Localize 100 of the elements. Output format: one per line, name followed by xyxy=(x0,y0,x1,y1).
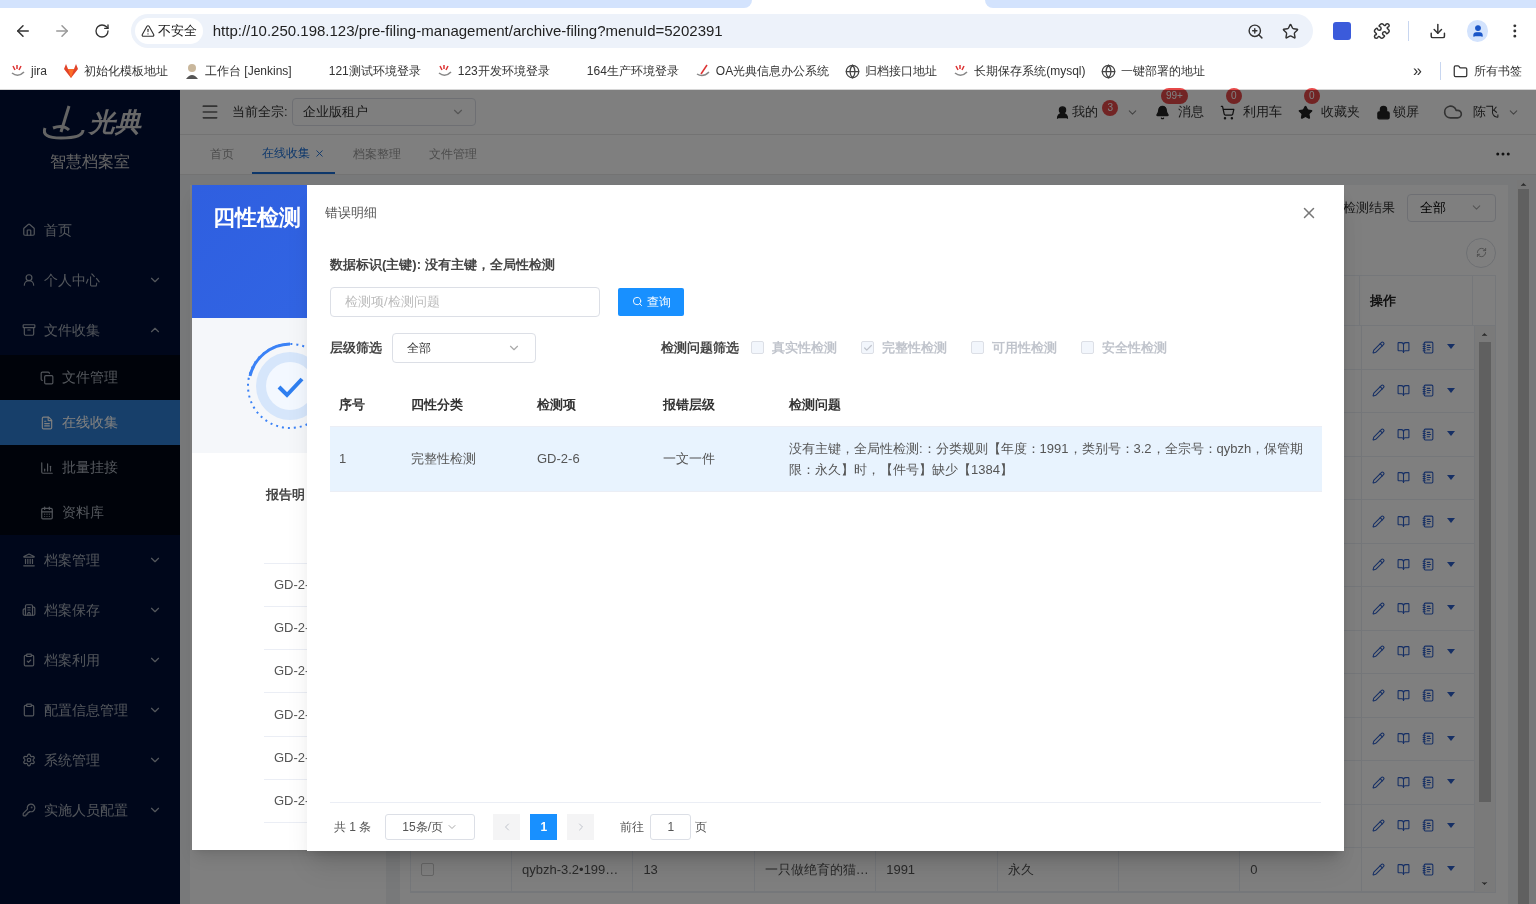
bookmark-item[interactable]: OA光典信息办公系统 xyxy=(694,62,830,80)
notebook-icon[interactable] xyxy=(1421,558,1435,572)
caret-down-icon[interactable] xyxy=(1446,431,1455,438)
book-icon[interactable] xyxy=(1396,601,1410,615)
menu-item[interactable]: 档案管理 xyxy=(0,535,180,585)
book-icon[interactable] xyxy=(1396,471,1410,485)
fonds-select[interactable]: 企业版租户 xyxy=(291,98,476,126)
book-icon[interactable] xyxy=(1396,340,1410,354)
bookmarks-overflow[interactable]: » xyxy=(1413,59,1422,83)
book-icon[interactable] xyxy=(1396,819,1410,833)
caret-down-icon[interactable] xyxy=(1446,518,1455,525)
scroll-up-icon[interactable] xyxy=(1519,180,1528,189)
header-menu-item[interactable]: 锁屏 xyxy=(1376,102,1419,122)
edit-icon[interactable] xyxy=(1371,862,1385,876)
notebook-icon[interactable] xyxy=(1421,384,1435,398)
header-menu-item[interactable]: 0 收藏夹 xyxy=(1298,88,1360,122)
notebook-icon[interactable] xyxy=(1421,601,1435,615)
caret-down-icon[interactable] xyxy=(1446,866,1455,873)
bookmark-item[interactable]: 123开发环境登录 xyxy=(436,62,550,80)
edit-icon[interactable] xyxy=(1371,775,1385,789)
book-icon[interactable] xyxy=(1396,427,1410,441)
edit-icon[interactable] xyxy=(1371,819,1385,833)
edit-icon[interactable] xyxy=(1371,732,1385,746)
edit-icon[interactable] xyxy=(1371,384,1385,398)
edit-icon[interactable] xyxy=(1371,645,1385,659)
header-menu-item[interactable]: 99+ 消息 xyxy=(1155,88,1204,122)
bookmark-item[interactable]: 初始化模板地址 xyxy=(63,62,168,80)
close-icon[interactable] xyxy=(314,147,325,159)
menu-item[interactable]: 档案利用 xyxy=(0,635,180,685)
book-icon[interactable] xyxy=(1396,645,1410,659)
download-icon[interactable] xyxy=(1429,22,1447,40)
bookmark-item[interactable]: 工作台 [Jenkins] xyxy=(184,62,292,80)
result-filter-select[interactable]: 全部 xyxy=(1407,193,1496,222)
edit-icon[interactable] xyxy=(1371,514,1385,528)
edit-icon[interactable] xyxy=(1371,427,1385,441)
search-field[interactable]: 检测项/检测问题 xyxy=(330,286,600,317)
book-icon[interactable] xyxy=(1396,688,1410,702)
book-icon[interactable] xyxy=(1396,558,1410,572)
notebook-icon[interactable] xyxy=(1421,688,1435,702)
notebook-icon[interactable] xyxy=(1421,514,1435,528)
profile-avatar[interactable] xyxy=(1466,20,1489,42)
caret-down-icon[interactable] xyxy=(1446,692,1455,699)
goto-page-field[interactable]: 1 xyxy=(650,813,692,840)
security-chip[interactable]: 不安全 xyxy=(134,18,203,44)
menu-item[interactable]: 首页 xyxy=(0,205,180,255)
menu-item[interactable]: 文件收集 xyxy=(0,305,180,355)
bookmark-item[interactable]: 长期保存系统(mysql) xyxy=(953,62,1086,80)
caret-down-icon[interactable] xyxy=(1446,648,1455,655)
caret-down-icon[interactable] xyxy=(1446,561,1455,568)
caret-down-icon[interactable] xyxy=(1446,779,1455,786)
table-row[interactable]: 1 完整性检测 GD-2-6 一文一件 没有主键，全局性检测:：分类规则【年度：1991，类别号：3.2，全宗号：qybzh，保管期限：永久】时，【件号】缺少【1384】 xyxy=(330,426,1322,492)
row-checkbox[interactable] xyxy=(421,862,434,876)
menu-icon[interactable] xyxy=(200,102,220,122)
bookmark-item[interactable]: 121测试环境登录 xyxy=(307,62,421,80)
notebook-icon[interactable] xyxy=(1421,340,1435,354)
edit-icon[interactable] xyxy=(1371,340,1385,354)
notebook-icon[interactable] xyxy=(1421,819,1435,833)
menu-item[interactable]: 系统管理 xyxy=(0,735,180,785)
bookmark-item[interactable]: 164生产环境登录 xyxy=(565,62,679,80)
zoom-icon[interactable] xyxy=(1246,22,1264,40)
scrollbar-thumb[interactable] xyxy=(1518,189,1529,904)
scroll-up-icon[interactable] xyxy=(1480,330,1490,339)
search-button[interactable]: 查询 xyxy=(618,287,684,316)
caret-down-icon[interactable] xyxy=(1446,474,1455,481)
book-icon[interactable] xyxy=(1396,514,1410,528)
notebook-icon[interactable] xyxy=(1421,427,1435,441)
bookmark-item[interactable]: 归档接口地址 xyxy=(845,62,938,80)
submenu-item[interactable]: 在线收集 xyxy=(0,400,180,445)
caret-down-icon[interactable] xyxy=(1446,735,1455,742)
notebook-icon[interactable] xyxy=(1421,645,1435,659)
submenu-item[interactable]: 资料库 xyxy=(0,490,180,535)
notebook-icon[interactable] xyxy=(1421,862,1435,876)
notebook-icon[interactable] xyxy=(1421,471,1435,485)
bookmark-item[interactable]: jira xyxy=(10,62,47,80)
notebook-icon[interactable] xyxy=(1421,732,1435,746)
level-filter-select[interactable]: 全部 xyxy=(392,332,536,363)
submenu-item[interactable]: 批量挂接 xyxy=(0,445,180,490)
book-icon[interactable] xyxy=(1396,384,1410,398)
bookmark-star-icon[interactable] xyxy=(1281,22,1299,40)
extensions-icon[interactable] xyxy=(1372,22,1391,40)
caret-down-icon[interactable] xyxy=(1446,387,1455,394)
all-bookmarks-button[interactable]: 所有书签 xyxy=(1453,62,1522,80)
menu-item[interactable]: 档案保存 xyxy=(0,585,180,635)
caret-down-icon[interactable] xyxy=(1446,822,1455,829)
book-icon[interactable] xyxy=(1396,775,1410,789)
page-size-select[interactable]: 15条/页 xyxy=(385,813,476,840)
bookmark-item[interactable]: 一键部署的地址 xyxy=(1101,62,1206,80)
edit-icon[interactable] xyxy=(1371,688,1385,702)
caret-down-icon[interactable] xyxy=(1446,605,1455,612)
header-menu-item[interactable]: 0 利用车 xyxy=(1220,88,1282,122)
header-menu-item[interactable]: 我的 3 xyxy=(1055,102,1139,122)
page-number[interactable]: 1 xyxy=(530,813,558,840)
scrollbar-thumb[interactable] xyxy=(1478,342,1491,802)
notebook-icon[interactable] xyxy=(1421,775,1435,789)
header-menu-item[interactable]: 陈飞 xyxy=(1443,102,1520,122)
submenu-item[interactable]: 文件管理 xyxy=(0,355,180,400)
menu-item[interactable]: 配置信息管理 xyxy=(0,685,180,735)
book-icon[interactable] xyxy=(1396,862,1410,876)
book-icon[interactable] xyxy=(1396,732,1410,746)
edit-icon[interactable] xyxy=(1371,471,1385,485)
